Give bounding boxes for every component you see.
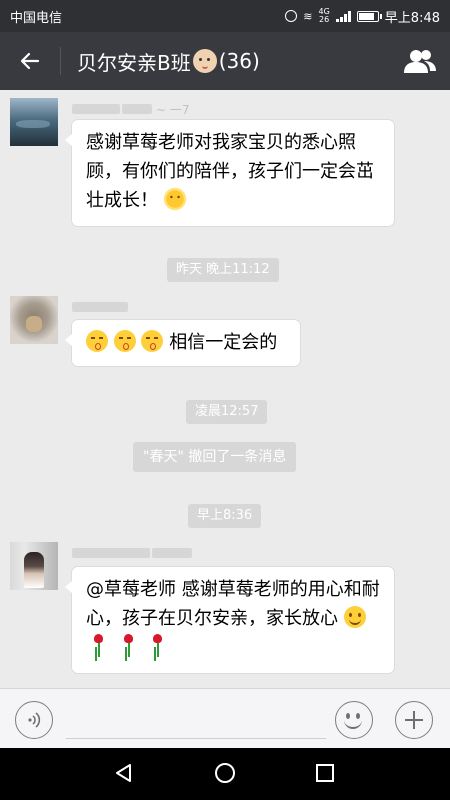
message-3: @草莓老师 感谢草莓老师的用心和耐心，孩子在贝尔安亲，家长放心 <box>10 542 440 678</box>
voice-icon <box>28 712 41 728</box>
triangle-back-icon[interactable] <box>114 763 134 783</box>
baby-face-icon <box>192 49 217 73</box>
status-time: 早上8:48 <box>384 10 440 26</box>
status-indicators: ≋ 4G 26 早上8:48 <box>285 7 440 26</box>
rose-emoji-icon <box>121 634 135 658</box>
timestamp: 凌晨12:57 <box>186 400 268 424</box>
message-text: @草莓老师 感谢草莓老师的用心和耐心，孩子在贝尔安亲，家长放心 <box>86 579 380 629</box>
circle-home-icon[interactable] <box>215 763 235 783</box>
timestamp: 昨天 晚上11:12 <box>167 258 279 282</box>
voice-input-button[interactable] <box>15 701 53 739</box>
status-bar: 中国电信 ≋ 4G 26 早上8:48 <box>0 0 450 32</box>
sender-avatar[interactable] <box>10 98 58 146</box>
member-count: (36) <box>218 49 260 73</box>
more-button[interactable] <box>395 701 433 739</box>
chat-title[interactable]: 贝尔安亲B班 (36) <box>77 47 390 76</box>
group-members-icon <box>404 50 436 73</box>
message-bubble[interactable]: 相信一定会的 <box>65 320 300 366</box>
kiss-emoji-icon <box>113 330 136 352</box>
carrier-name: 中国电信 <box>10 10 63 26</box>
message-bubble[interactable]: @草莓老师 感谢草莓老师的用心和耐心，孩子在贝尔安亲，家长放心 <box>65 567 394 673</box>
group-info-button[interactable] <box>390 32 450 90</box>
battery-icon <box>356 10 382 22</box>
input-bar <box>0 688 450 748</box>
group-name: 贝尔安亲B班 <box>77 50 191 75</box>
kiss-emoji-icon <box>141 330 164 352</box>
back-button[interactable] <box>0 32 60 90</box>
rose-emoji-icon <box>91 634 105 658</box>
smile-emoji-icon <box>343 606 366 628</box>
message-1: ~ 一7 感谢草莓老师对我家宝贝的悉心照顾，有你们的陪伴，孩子们一定会茁壮成长！ <box>10 98 440 230</box>
alarm-icon <box>285 10 298 22</box>
signal-icon <box>335 10 351 22</box>
arrow-left-icon <box>20 52 40 70</box>
network-badge: 4G 26 <box>318 7 330 24</box>
sender-name <box>72 296 128 318</box>
chat-area[interactable]: ~ 一7 感谢草莓老师对我家宝贝的悉心照顾，有你们的陪伴，孩子们一定会茁壮成长！… <box>0 90 450 688</box>
square-recent-icon[interactable] <box>316 764 334 782</box>
sender-avatar[interactable] <box>10 542 58 590</box>
timestamp: 早上8:36 <box>188 504 262 528</box>
message-2: 相信一定会的 <box>10 296 440 370</box>
recall-notice: "春天" 撤回了一条消息 <box>133 442 297 472</box>
chat-header: 贝尔安亲B班 (36) <box>0 32 450 90</box>
header-divider <box>60 47 61 75</box>
sender-name: ~ 一7 <box>72 98 190 120</box>
kiss-emoji-icon <box>86 330 108 352</box>
message-bubble[interactable]: 感谢草莓老师对我家宝贝的悉心照顾，有你们的陪伴，孩子们一定会茁壮成长！ <box>65 120 394 226</box>
message-text: 感谢草莓老师对我家宝贝的悉心照顾，有你们的陪伴，孩子们一定会茁壮成长！ <box>86 132 374 211</box>
message-input[interactable] <box>66 703 326 739</box>
sender-name <box>72 542 192 564</box>
wifi-icon: ≋ <box>303 9 313 23</box>
system-nav-bar <box>0 748 450 800</box>
rose-emoji-icon <box>150 634 164 658</box>
message-text: 相信一定会的 <box>169 332 278 353</box>
emoji-button[interactable] <box>335 701 373 739</box>
sun-emoji-icon <box>165 190 184 208</box>
sender-avatar[interactable] <box>10 296 58 344</box>
